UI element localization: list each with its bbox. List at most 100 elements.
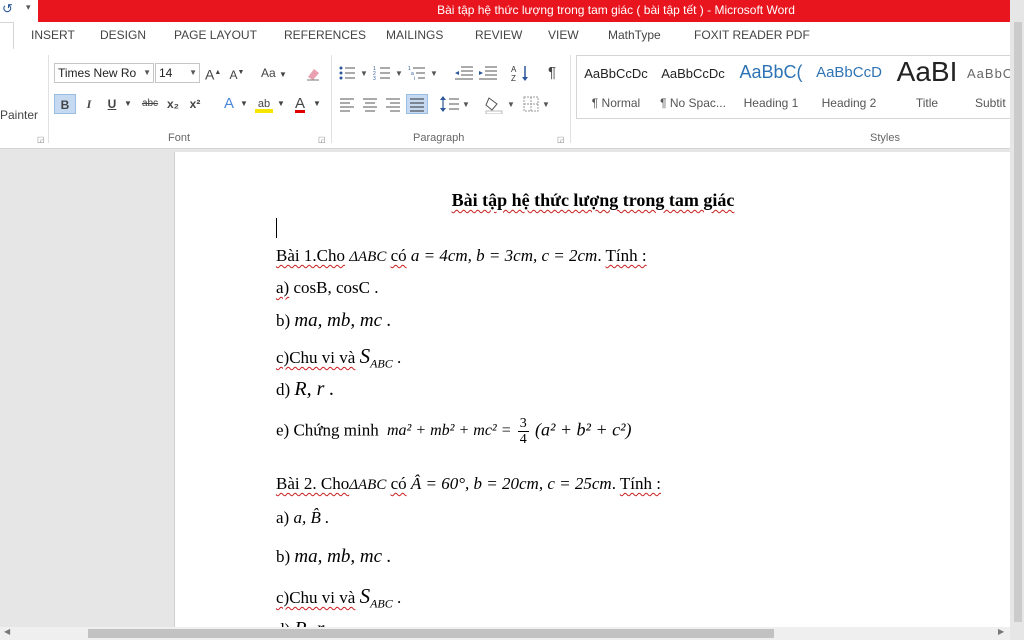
change-case-button[interactable]: Aa ▼ (259, 63, 289, 83)
align-right-icon[interactable] (383, 94, 403, 114)
chevron-down-icon[interactable]: ▼ (276, 94, 286, 114)
style-heading-2[interactable]: AaBbCcD Heading 2 (811, 56, 887, 118)
document-page[interactable]: Bài tập hệ thức lượng trong tam giác Bài… (174, 152, 1010, 627)
paragraph-group-label: Paragraph (413, 132, 465, 144)
vertical-scrollbar-thumb[interactable] (1014, 22, 1022, 622)
numbering-icon: 123▼ (373, 66, 403, 82)
multilevel-list-icon: 1ai▼ (408, 66, 438, 82)
grow-font-button[interactable]: A▲ (205, 63, 221, 83)
style-no-spacing[interactable]: AaBbCcDc ¶ No Spac... (655, 56, 731, 118)
chevron-down-icon[interactable]: ▼ (239, 94, 249, 114)
tab-insert[interactable]: INSERT (31, 28, 75, 42)
font-size-combo[interactable]: 14 ▼ (155, 63, 200, 83)
fraction-three-quarters: 34 (517, 416, 529, 447)
scroll-right-arrow-icon[interactable]: ▶ (998, 627, 1004, 636)
decrease-indent-icon[interactable] (453, 63, 475, 83)
bold-button[interactable]: B (54, 94, 76, 114)
ribbon-tabs: INSERT DESIGN PAGE LAYOUT REFERENCES MAI… (0, 22, 1010, 49)
tab-page-layout[interactable]: PAGE LAYOUT (174, 28, 257, 42)
align-center-icon[interactable] (360, 94, 380, 114)
chevron-down-icon[interactable]: ▼ (312, 94, 322, 114)
tab-design[interactable]: DESIGN (100, 28, 146, 42)
styles-group-label: Styles (870, 132, 900, 144)
style-normal[interactable]: AaBbCcDc ¶ Normal (579, 56, 653, 118)
line-spacing-icon[interactable]: ▼ (439, 94, 471, 114)
strikethrough-button[interactable]: abc (138, 94, 162, 114)
exercise-2-part-a: a) a, B̂ . (276, 508, 330, 527)
ribbon: Painter ◲ Times New Ro ▼ 14 ▼ A▲ A▼ Aa ▼… (0, 49, 1011, 149)
exercise-1-part-a: a) cosB, cosC . (276, 278, 379, 297)
sort-icon[interactable]: AZ (510, 63, 532, 83)
justify-icon[interactable] (406, 94, 428, 114)
shrink-font-button[interactable]: A▼ (229, 63, 245, 83)
scroll-left-arrow-icon[interactable]: ◀ (4, 627, 10, 636)
document-title: Bài tập hệ thức lượng trong tam giác (451, 190, 735, 210)
superscript-button[interactable]: x² (186, 94, 204, 114)
tab-mailings[interactable]: MAILINGS (386, 28, 443, 42)
numbering-button[interactable]: 1 2 3 ▼ (372, 63, 406, 83)
svg-text:▼: ▼ (507, 100, 515, 109)
svg-text:▼: ▼ (430, 69, 438, 78)
svg-text:i: i (414, 76, 415, 82)
subscript-button[interactable]: x₂ (164, 94, 182, 114)
underline-button[interactable]: U (103, 94, 121, 114)
bullets-icon: ▼ (339, 66, 368, 80)
tab-references[interactable]: REFERENCES (284, 28, 366, 42)
svg-text:▼: ▼ (360, 69, 368, 78)
align-left-icon[interactable] (337, 94, 357, 114)
bullets-button[interactable]: ▼ (337, 63, 371, 83)
exercise-1-part-e: e) Chứng minh ma² + mb² + mc² = 34 (a² +… (276, 416, 632, 447)
font-group-label: Font (168, 132, 191, 144)
svg-text:▼: ▼ (542, 100, 550, 109)
font-size-value: 14 (159, 66, 173, 80)
shading-icon[interactable]: ▼ (484, 94, 518, 114)
styles-gallery: AaBbCcDc ¶ Normal AaBbCcDc ¶ No Spac... … (576, 55, 1011, 119)
multilevel-list-button[interactable]: 1 a i ▼ (407, 63, 441, 83)
title-bar: ↺ ▾ Bài tập hệ thức lượng trong tam giác… (0, 0, 1024, 22)
font-name-combo[interactable]: Times New Ro ▼ (54, 63, 154, 83)
text-effects-button[interactable]: A (219, 94, 239, 114)
horizontal-scrollbar-thumb[interactable] (88, 629, 774, 638)
exercise-1-heading: Bài 1.Cho ΔABC có a = 4cm, b = 3cm, c = … (276, 246, 647, 265)
chevron-down-icon: ▼ (189, 68, 197, 77)
highlight-color-swatch (255, 109, 273, 113)
increase-indent-icon[interactable] (477, 63, 499, 83)
clipboard-launcher-icon[interactable]: ◲ (37, 135, 45, 144)
chevron-down-icon: ▼ (279, 70, 287, 79)
style-heading-1[interactable]: AaBbC( Heading 1 (733, 56, 809, 118)
style-subtitle[interactable]: AaBbC Subtit (967, 56, 1011, 118)
tab-view[interactable]: VIEW (548, 28, 579, 42)
clear-formatting-icon[interactable] (304, 63, 322, 83)
exercise-2-heading: Bài 2. ChoΔABC có Â = 60°, b = 20cm, c =… (276, 474, 661, 493)
exercise-1-part-d: d) R, r . (276, 378, 335, 400)
font-color-button[interactable]: A (290, 94, 310, 114)
tab-foxit-reader-pdf[interactable]: FOXIT READER PDF (694, 28, 810, 42)
paragraph-launcher-icon[interactable]: ◲ (557, 135, 565, 144)
tab-mathtype[interactable]: MathType (608, 28, 661, 42)
highlight-button[interactable]: ab (253, 94, 275, 114)
tab-review[interactable]: REVIEW (475, 28, 522, 42)
borders-icon[interactable]: ▼ (521, 94, 553, 114)
style-title[interactable]: AaBI Title (889, 56, 965, 118)
font-name-value: Times New Ro (58, 66, 137, 80)
show-formatting-marks-button[interactable]: ¶ (542, 63, 562, 83)
exercise-2-part-d: d) R, r (276, 618, 324, 627)
svg-text:3: 3 (373, 76, 376, 82)
svg-text:▼: ▼ (395, 69, 403, 78)
svg-text:Z: Z (511, 74, 516, 83)
format-painter-button[interactable]: Painter (0, 105, 38, 125)
document-canvas[interactable]: Bài tập hệ thức lượng trong tam giác Bài… (0, 149, 1010, 627)
exercise-1-part-c: c)Chu vi và SABC . (276, 344, 402, 371)
exercise-2-part-b: b) ma, mb, mc . (276, 546, 392, 567)
svg-text:A: A (511, 65, 517, 74)
chevron-down-icon[interactable]: ▼ (123, 94, 133, 114)
group-separator (48, 55, 49, 143)
group-separator (570, 55, 571, 143)
chevron-down-icon: ▼ (143, 68, 151, 77)
tab-home-edge[interactable] (0, 22, 14, 49)
font-launcher-icon[interactable]: ◲ (318, 135, 326, 144)
text-cursor (276, 218, 277, 238)
italic-button[interactable]: I (80, 94, 98, 114)
exercise-1-part-b: b) ma, mb, mc . (276, 310, 392, 331)
exercise-2-part-c: c)Chu vi và SABC . (276, 584, 402, 611)
